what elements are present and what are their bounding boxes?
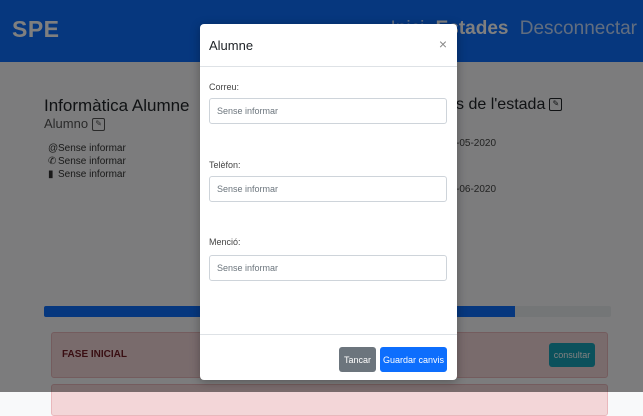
phone-field[interactable] <box>209 176 447 202</box>
mention-label: Menció: <box>209 237 241 247</box>
mention-field[interactable] <box>209 255 447 281</box>
modal-title: Alumne <box>209 38 254 53</box>
save-button[interactable]: Guardar canvis <box>380 347 447 372</box>
close-button[interactable]: Tancar <box>339 347 376 372</box>
email-label: Correu: <box>209 82 240 92</box>
student-modal: Alumne × Correu: Telèfon: Menció: Tancar… <box>200 24 457 380</box>
modal-header: Alumne × <box>200 24 457 67</box>
phone-label: Telèfon: <box>209 160 241 170</box>
close-icon[interactable]: × <box>439 36 447 52</box>
modal-footer: Tancar Guardar canvis <box>200 334 457 381</box>
email-field[interactable] <box>209 98 447 124</box>
